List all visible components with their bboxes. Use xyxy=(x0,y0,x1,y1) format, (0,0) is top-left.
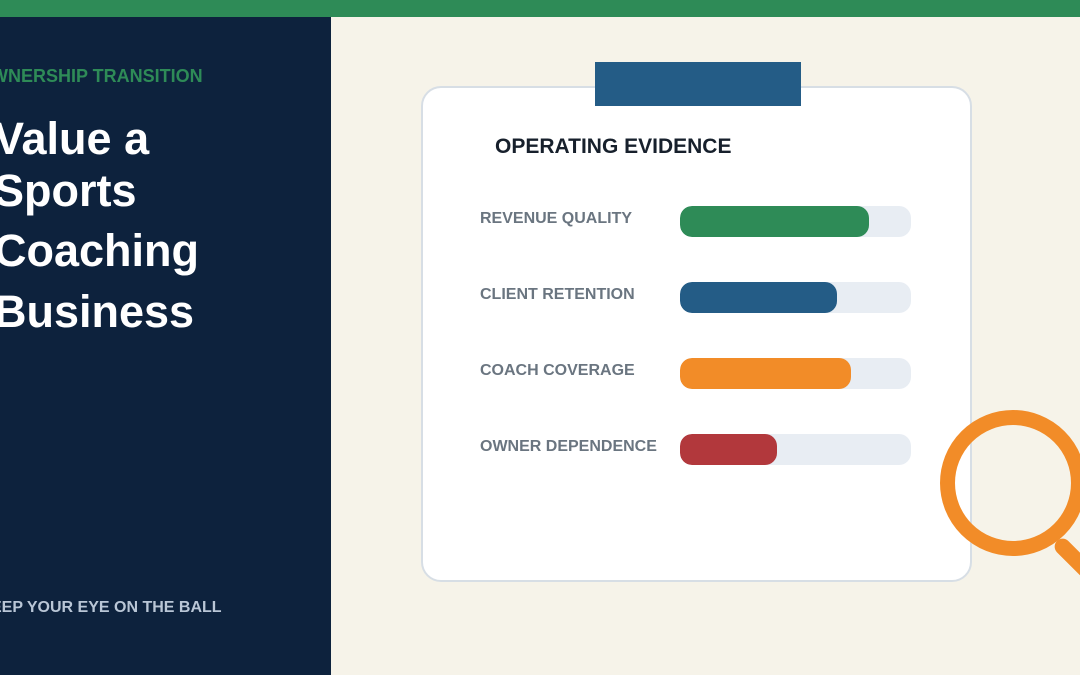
operating-evidence-card: OPERATING EVIDENCE REVENUE QUALITY CLIEN… xyxy=(421,86,972,582)
title-line-1: Value a xyxy=(0,113,150,164)
magnifier-handle xyxy=(1051,535,1080,590)
title-line-3: Coaching xyxy=(0,225,200,276)
magnifying-glass-icon xyxy=(940,410,1080,556)
card-title: OPERATING EVIDENCE xyxy=(495,135,732,158)
metric-bar-track xyxy=(680,282,911,313)
card-clip-tab xyxy=(595,62,801,106)
metric-coach-coverage: COACH COVERAGE xyxy=(423,358,970,389)
metric-label: COACH COVERAGE xyxy=(480,362,635,379)
metric-label: REVENUE QUALITY xyxy=(480,210,633,227)
eyebrow-label: WNERSHIP TRANSITION xyxy=(0,66,203,86)
metric-bar-fill xyxy=(680,434,778,465)
metric-owner-dependence: OWNER DEPENDENCE xyxy=(423,434,970,465)
metric-bar-fill xyxy=(680,282,838,313)
title-line-2: Sports xyxy=(0,165,137,216)
tagline: EEP YOUR EYE ON THE BALL xyxy=(0,599,222,616)
title-line-4: Business xyxy=(0,286,195,337)
metric-label: CLIENT RETENTION xyxy=(480,286,635,303)
top-accent-band xyxy=(0,0,1080,17)
metric-bar-track xyxy=(680,206,911,237)
metric-bar-fill xyxy=(680,206,870,237)
metric-client-retention: CLIENT RETENTION xyxy=(423,282,970,313)
title-panel: WNERSHIP TRANSITION Value a Sports Coach… xyxy=(0,17,331,675)
metric-bar-track xyxy=(680,358,911,389)
metric-bar-track xyxy=(680,434,911,465)
metric-bar-fill xyxy=(680,358,851,389)
metric-revenue-quality: REVENUE QUALITY xyxy=(423,206,970,237)
metric-label: OWNER DEPENDENCE xyxy=(480,438,657,455)
